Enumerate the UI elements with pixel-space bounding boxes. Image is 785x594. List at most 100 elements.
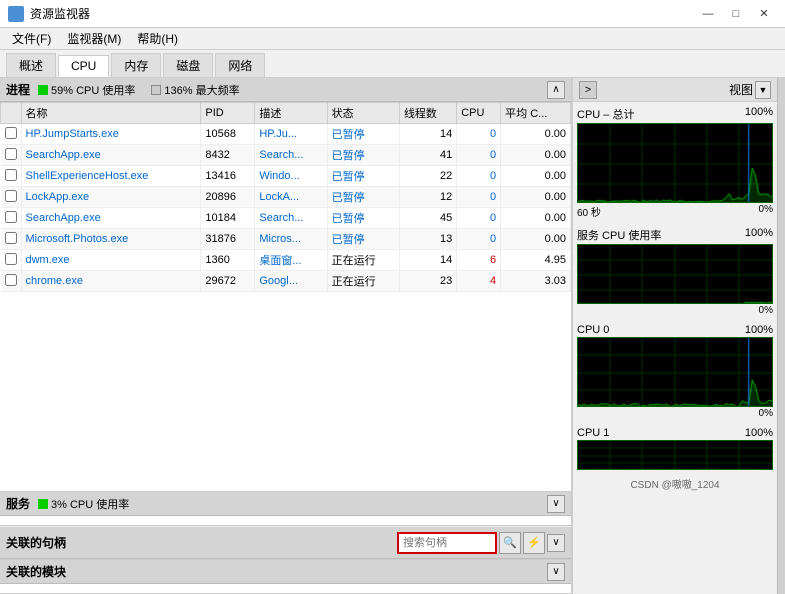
table-row[interactable]: SearchApp.exe 10184 Search... 已暂停 45 0 0… bbox=[1, 208, 571, 229]
row-threads: 12 bbox=[399, 187, 456, 208]
view-label: 视图 bbox=[729, 81, 753, 98]
handles-header: 关联的句柄 🔍 ⚡ ∨ bbox=[0, 526, 571, 559]
cpu1-section: CPU 1 100% bbox=[573, 427, 777, 474]
service-cpu-section: 服务 CPU 使用率 100% 0% bbox=[573, 227, 777, 324]
col-avgcpu[interactable]: 平均 C... bbox=[501, 103, 571, 124]
row-avgcpu: 0.00 bbox=[501, 229, 571, 250]
process-section: 进程 59% CPU 使用率 136% 最大频率 ∧ 名称 bbox=[0, 78, 571, 492]
tab-network[interactable]: 网络 bbox=[215, 53, 265, 77]
row-avgcpu: 0.00 bbox=[501, 187, 571, 208]
row-name: dwm.exe bbox=[21, 250, 201, 271]
tab-cpu[interactable]: CPU bbox=[58, 55, 109, 77]
cpu-total-graph bbox=[577, 123, 773, 203]
menu-monitor[interactable]: 监视器(M) bbox=[59, 28, 129, 49]
row-name: HP.JumpStarts.exe bbox=[21, 124, 201, 145]
row-checkbox-cell bbox=[1, 208, 22, 229]
row-checkbox[interactable] bbox=[5, 127, 17, 139]
table-row[interactable]: LockApp.exe 20896 LockA... 已暂停 12 0 0.00 bbox=[1, 187, 571, 208]
minimize-button[interactable]: — bbox=[695, 4, 721, 24]
tab-disk[interactable]: 磁盘 bbox=[163, 53, 213, 77]
row-pid: 20896 bbox=[201, 187, 255, 208]
service-cpu-percent: 100% bbox=[745, 227, 773, 243]
handles-search-button[interactable]: 🔍 bbox=[499, 532, 521, 554]
row-pid: 31876 bbox=[201, 229, 255, 250]
modules-section-header: 关联的模块 ∨ bbox=[0, 560, 571, 584]
table-row[interactable]: HP.JumpStarts.exe 10568 HP.Ju... 已暂停 14 … bbox=[1, 124, 571, 145]
cpu1-label: CPU 1 bbox=[577, 427, 609, 439]
service-cpu-canvas bbox=[578, 245, 772, 304]
handles-collapse-btn[interactable]: ∨ bbox=[547, 534, 565, 552]
services-green-indicator bbox=[38, 499, 48, 509]
expand-button[interactable]: > bbox=[579, 81, 597, 99]
cpu-usage-badge: 59% CPU 使用率 bbox=[38, 82, 135, 98]
row-checkbox[interactable] bbox=[5, 190, 17, 202]
maximize-button[interactable]: □ bbox=[723, 4, 749, 24]
tab-bar: 概述 CPU 内存 磁盘 网络 bbox=[0, 50, 785, 78]
tab-overview[interactable]: 概述 bbox=[6, 53, 56, 77]
right-scrollbar[interactable] bbox=[777, 78, 785, 594]
col-name[interactable]: 名称 bbox=[21, 103, 201, 124]
table-row[interactable]: SearchApp.exe 8432 Search... 已暂停 41 0 0.… bbox=[1, 145, 571, 166]
col-checkbox bbox=[1, 103, 22, 124]
row-cpu: 0 bbox=[457, 187, 501, 208]
app-icon bbox=[8, 6, 24, 22]
title-bar: 资源监视器 — □ ✕ bbox=[0, 0, 785, 28]
max-freq-badge: 136% 最大频率 bbox=[151, 82, 239, 98]
row-cpu: 4 bbox=[457, 271, 501, 292]
row-checkbox[interactable] bbox=[5, 148, 17, 160]
row-checkbox-cell bbox=[1, 250, 22, 271]
row-checkbox-cell bbox=[1, 124, 22, 145]
tab-memory[interactable]: 内存 bbox=[111, 53, 161, 77]
col-cpu[interactable]: CPU bbox=[457, 103, 501, 124]
close-button[interactable]: ✕ bbox=[751, 4, 777, 24]
cpu1-label-row: CPU 1 100% bbox=[577, 427, 773, 439]
row-checkbox[interactable] bbox=[5, 274, 17, 286]
row-status: 已暂停 bbox=[327, 166, 399, 187]
service-cpu-label: 服务 CPU 使用率 bbox=[577, 227, 661, 243]
row-status: 已暂停 bbox=[327, 208, 399, 229]
row-threads: 14 bbox=[399, 250, 456, 271]
watermark-container: CSDN @嗷嗷_1204 bbox=[573, 474, 777, 493]
row-desc: Search... bbox=[255, 145, 327, 166]
cpu1-graph bbox=[577, 440, 773, 470]
row-threads: 22 bbox=[399, 166, 456, 187]
row-desc: Micros... bbox=[255, 229, 327, 250]
process-table: 名称 PID 描述 状态 线程数 CPU 平均 C... HP.JumpStar… bbox=[0, 102, 571, 292]
row-checkbox[interactable] bbox=[5, 253, 17, 265]
col-pid[interactable]: PID bbox=[201, 103, 255, 124]
col-status[interactable]: 状态 bbox=[327, 103, 399, 124]
handles-title: 关联的句柄 bbox=[6, 534, 66, 551]
table-row[interactable]: Microsoft.Photos.exe 31876 Micros... 已暂停… bbox=[1, 229, 571, 250]
cpu0-time-row: 0% bbox=[577, 408, 773, 419]
table-row[interactable]: dwm.exe 1360 桌面窗... 正在运行 14 6 4.95 bbox=[1, 250, 571, 271]
row-checkbox[interactable] bbox=[5, 169, 17, 181]
row-status: 已暂停 bbox=[327, 187, 399, 208]
menu-help[interactable]: 帮助(H) bbox=[129, 28, 186, 49]
row-status: 已暂停 bbox=[327, 229, 399, 250]
table-row[interactable]: ShellExperienceHost.exe 13416 Windo... 已… bbox=[1, 166, 571, 187]
process-collapse-btn[interactable]: ∧ bbox=[547, 81, 565, 99]
freq-indicator bbox=[151, 85, 161, 95]
cpu-total-time-row: 60 秒 0% bbox=[577, 204, 773, 219]
max-freq-text: 136% 最大频率 bbox=[164, 82, 239, 98]
row-name: Microsoft.Photos.exe bbox=[21, 229, 201, 250]
row-name: SearchApp.exe bbox=[21, 145, 201, 166]
title-bar-left: 资源监视器 bbox=[8, 5, 90, 22]
modules-collapse-btn[interactable]: ∨ bbox=[547, 563, 565, 581]
row-checkbox[interactable] bbox=[5, 232, 17, 244]
view-dropdown: 视图 ▼ bbox=[729, 81, 771, 99]
left-panel: 进程 59% CPU 使用率 136% 最大频率 ∧ 名称 bbox=[0, 78, 572, 594]
cpu-total-section: CPU – 总计 100% 60 秒 0% bbox=[573, 102, 777, 227]
col-threads[interactable]: 线程数 bbox=[399, 103, 456, 124]
services-collapse-btn[interactable]: ∨ bbox=[547, 495, 565, 513]
row-avgcpu: 0.00 bbox=[501, 124, 571, 145]
row-checkbox[interactable] bbox=[5, 211, 17, 223]
col-desc[interactable]: 描述 bbox=[255, 103, 327, 124]
menu-file[interactable]: 文件(F) bbox=[4, 28, 59, 49]
view-dropdown-button[interactable]: ▼ bbox=[755, 81, 771, 99]
handles-refresh-button[interactable]: ⚡ bbox=[523, 532, 545, 554]
cpu0-percent: 100% bbox=[745, 324, 773, 336]
table-row[interactable]: chrome.exe 29672 Googl... 正在运行 23 4 3.03 bbox=[1, 271, 571, 292]
handles-search-input[interactable] bbox=[397, 532, 497, 554]
row-pid: 13416 bbox=[201, 166, 255, 187]
